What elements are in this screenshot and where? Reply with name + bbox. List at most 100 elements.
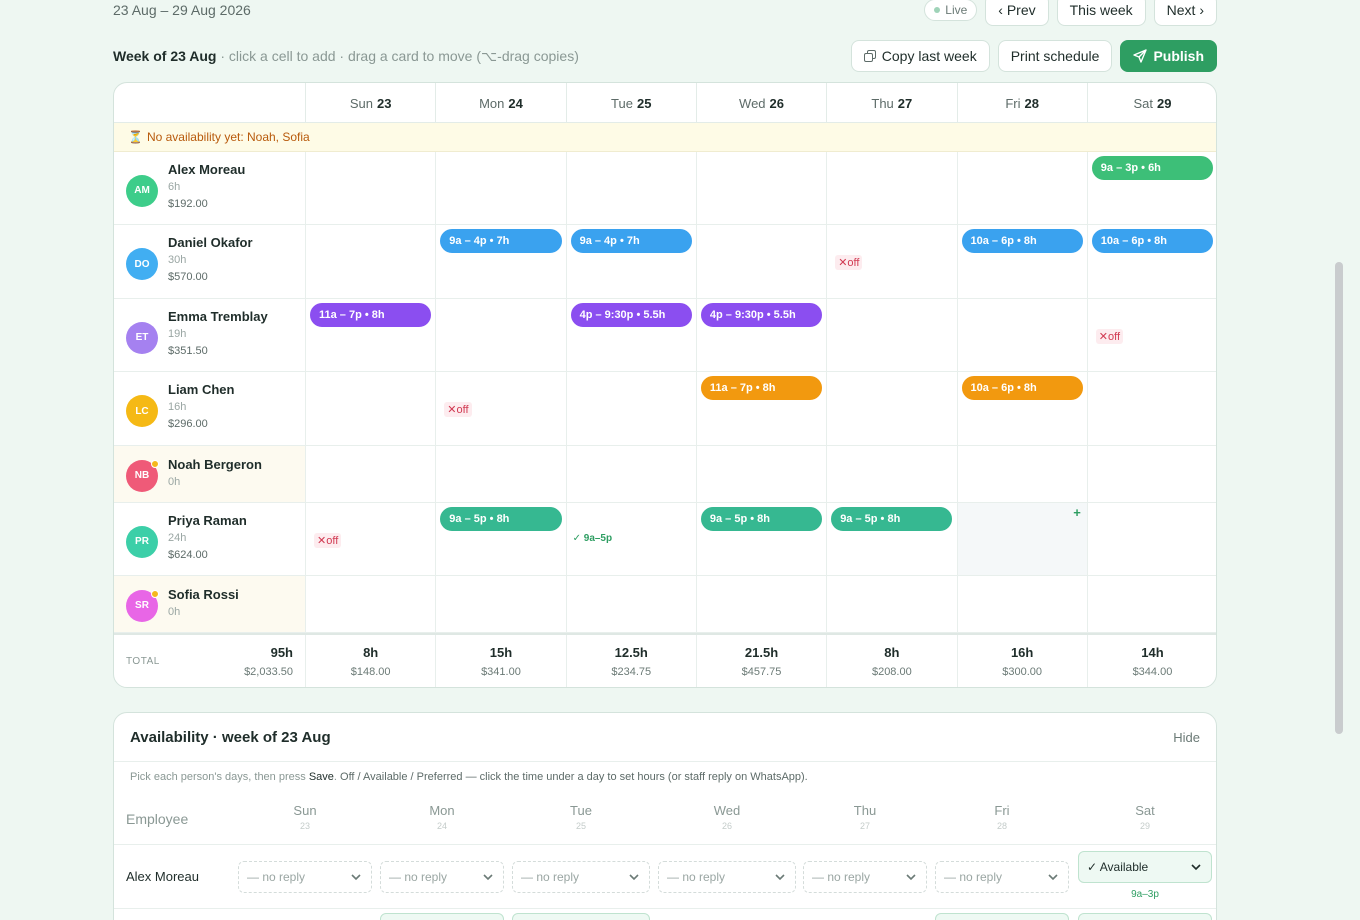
schedule-cell[interactable] [305, 225, 435, 298]
schedule-cell[interactable]: 9a – 4p • 7h [565, 225, 696, 298]
schedule-cell[interactable]: 9a – 5p • 8h [826, 503, 956, 575]
shift-card[interactable]: 4p – 9:30p • 5.5h [700, 303, 823, 327]
schedule-cell[interactable] [565, 372, 696, 445]
this-week-button[interactable]: This week [1056, 0, 1146, 26]
schedule-cell[interactable]: 4p – 9:30p • 5.5h [695, 299, 826, 371]
day-total-hours: 15h [489, 645, 513, 660]
availability-select[interactable] [1078, 913, 1212, 920]
shift-card[interactable]: 11a – 7p • 8h [310, 303, 432, 327]
shift-card[interactable]: 9a – 4p • 7h [570, 229, 692, 253]
availability-day-name: Sat [1135, 803, 1155, 818]
schedule-cell[interactable] [695, 152, 826, 224]
schedule-cell[interactable] [695, 576, 826, 632]
schedule-cell[interactable]: 11a – 7p • 8h [695, 372, 826, 445]
day-name: Sun [349, 95, 373, 111]
day-total-cost: $234.75 [611, 666, 652, 678]
pending-dot-icon [151, 589, 159, 598]
next-week-button[interactable]: Next › [1153, 0, 1217, 26]
schedule-cell[interactable]: 10a – 6p • 8h [1086, 225, 1216, 298]
shift-card[interactable]: 10a – 6p • 8h [961, 376, 1083, 400]
availability-select[interactable] [380, 913, 504, 920]
schedule-cell[interactable] [1086, 446, 1216, 502]
schedule-cell[interactable] [305, 446, 435, 502]
schedule-cell[interactable] [695, 446, 826, 502]
shift-card[interactable]: 9a – 5p • 8h [440, 507, 562, 531]
schedule-cell[interactable]: 9a – 4p • 7h [435, 225, 565, 298]
schedule-cell[interactable]: 11a – 7p • 8h [305, 299, 435, 371]
add-shift-icon[interactable]: + [1073, 505, 1081, 520]
schedule-cell[interactable]: ✕off [435, 372, 565, 445]
prev-week-button[interactable]: ‹ Prev [985, 0, 1049, 26]
schedule-cell[interactable] [565, 576, 696, 632]
employee-name-cell[interactable]: ET $351.50 Emma Tremblay 19h [114, 299, 305, 371]
availability-select[interactable] [512, 913, 650, 920]
publish-button[interactable]: Publish [1120, 40, 1217, 72]
schedule-cell[interactable]: 9a – 5p • 8h [435, 503, 565, 575]
shift-card[interactable]: 10a – 6p • 8h [961, 229, 1083, 253]
schedule-cell[interactable]: ✓ 9a–5p [565, 503, 696, 575]
schedule-cell[interactable] [305, 152, 435, 224]
schedule-cell[interactable] [1086, 372, 1216, 445]
schedule-cell[interactable]: 9a – 5p • 8h [695, 503, 826, 575]
schedule-cell[interactable] [826, 299, 956, 371]
schedule-cell[interactable]: 10a – 6p • 8h [956, 225, 1087, 298]
shift-card[interactable]: 9a – 4p • 7h [440, 229, 562, 253]
availability-select[interactable] [935, 913, 1069, 920]
schedule-cell[interactable] [826, 372, 956, 445]
schedule-cell[interactable]: 4p – 9:30p • 5.5h [565, 299, 696, 371]
schedule-cell[interactable] [1086, 503, 1216, 575]
schedule-cell[interactable] [565, 152, 696, 224]
schedule-cell[interactable] [826, 152, 956, 224]
schedule-cell[interactable] [956, 576, 1087, 632]
availability-header-row: Employee Sun 23 Mon 24 Tue 25 Wed 26 Thu 27 Fri 28 S… [114, 795, 1216, 845]
shift-card[interactable]: 9a – 5p • 8h [831, 507, 953, 531]
availability-select[interactable]: — no reply [935, 861, 1069, 893]
availability-select[interactable]: — no reply [803, 861, 927, 893]
hide-availability-button[interactable]: Hide [1173, 730, 1200, 745]
schedule-cell[interactable] [956, 299, 1087, 371]
shift-card[interactable]: 4p – 9:30p • 5.5h [570, 303, 692, 327]
print-schedule-button[interactable]: Print schedule [997, 40, 1113, 72]
schedule-cell[interactable] [435, 152, 565, 224]
employee-name-cell[interactable]: AM $192.00 Alex Moreau 6h [114, 152, 305, 224]
schedule-cell[interactable] [826, 446, 956, 502]
schedule-cell[interactable] [305, 372, 435, 445]
employee-name-cell[interactable]: NB Noah Bergeron 0h [114, 446, 305, 502]
availability-select[interactable]: — no reply [238, 861, 372, 893]
employee-name-cell[interactable]: SR Sofia Rossi 0h [114, 576, 305, 632]
shift-card[interactable]: 9a – 3p • 6h [1091, 156, 1214, 180]
shift-card[interactable]: 9a – 5p • 8h [700, 507, 823, 531]
employee-hours: 30h [168, 254, 187, 266]
availability-select[interactable]: — no reply [512, 861, 650, 893]
schedule-cell[interactable] [435, 299, 565, 371]
shift-card[interactable]: 11a – 7p • 8h [700, 376, 823, 400]
employee-name-cell[interactable]: LC $296.00 Liam Chen 16h [114, 372, 305, 445]
schedule-cell[interactable]: ✕off [1086, 299, 1216, 371]
availability-select[interactable]: ✓ Available [1078, 851, 1212, 883]
schedule-cell[interactable] [956, 152, 1087, 224]
schedule-cell[interactable] [826, 576, 956, 632]
schedule-cell[interactable] [435, 446, 565, 502]
schedule-cell[interactable] [1086, 576, 1216, 632]
schedule-cell[interactable] [305, 576, 435, 632]
schedule-cell[interactable] [435, 576, 565, 632]
employee-hours: 24h [168, 532, 187, 544]
copy-last-week-button[interactable]: Copy last week [850, 40, 990, 72]
schedule-cell[interactable]: + [956, 503, 1087, 575]
schedule-cell[interactable] [565, 446, 696, 502]
employee-name-cell[interactable]: DO $570.00 Daniel Okafor 30h [114, 225, 305, 298]
schedule-cell[interactable]: ✕off [305, 503, 435, 575]
schedule-cell[interactable]: 9a – 3p • 6h [1086, 152, 1216, 224]
schedule-cell[interactable]: ✕off [826, 225, 956, 298]
schedule-cell[interactable]: 10a – 6p • 8h [956, 372, 1087, 445]
schedule-cell[interactable] [956, 446, 1087, 502]
shift-card[interactable]: 10a – 6p • 8h [1091, 229, 1214, 253]
page-scrollbar[interactable] [1335, 262, 1343, 734]
availability-time[interactable]: 9a–3p [1078, 889, 1212, 900]
availability-select-value: — no reply [521, 870, 580, 884]
availability-select[interactable]: — no reply [658, 861, 796, 893]
availability-select[interactable]: — no reply [380, 861, 504, 893]
schedule-cell[interactable] [695, 225, 826, 298]
day-number: 25 [636, 95, 652, 111]
employee-name-cell[interactable]: PR $624.00 Priya Raman 24h [114, 503, 305, 575]
